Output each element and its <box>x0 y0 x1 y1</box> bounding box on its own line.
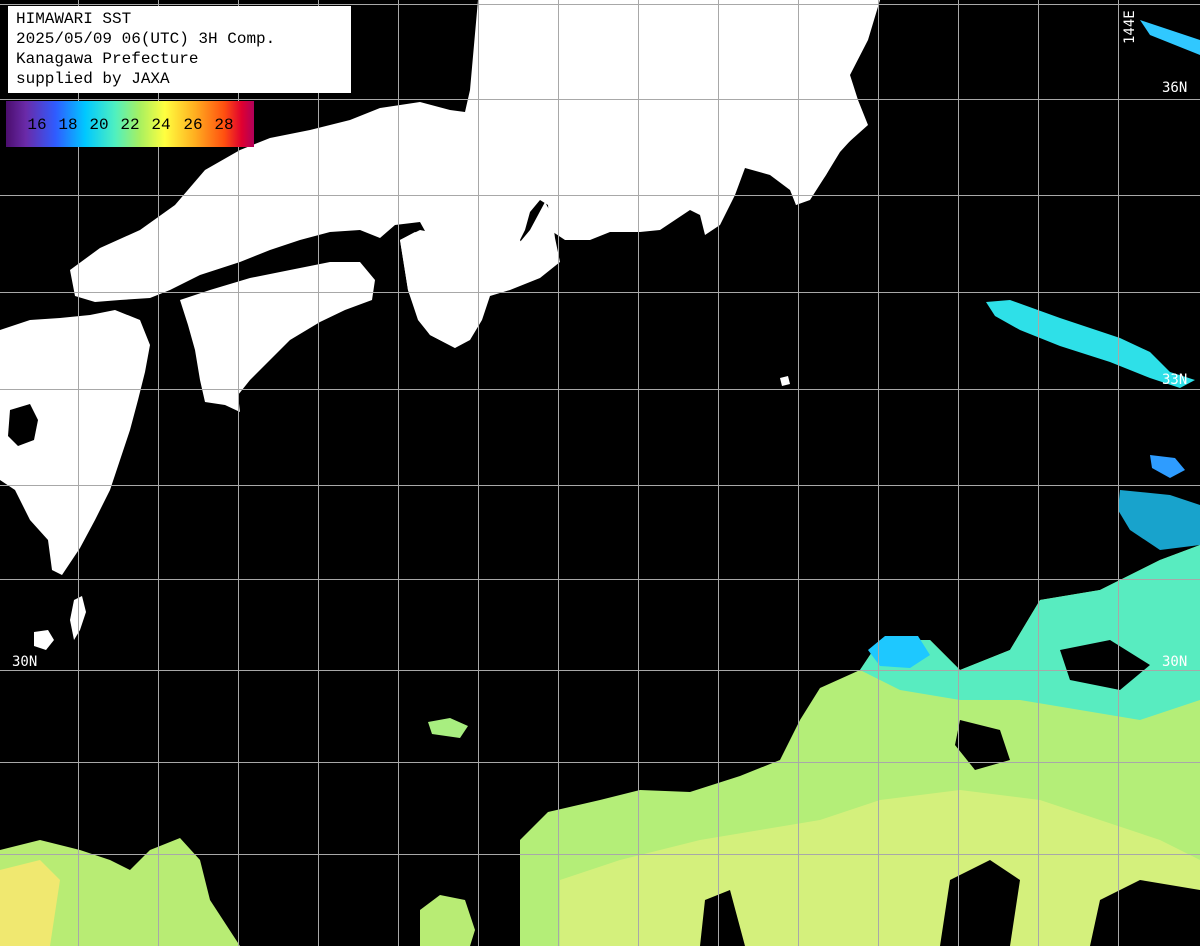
legend-label: 22 <box>120 116 140 134</box>
region-line: Kanagawa Prefecture <box>16 50 199 68</box>
title-line: HIMAWARI SST <box>16 10 132 28</box>
sst-sw-patch-warm <box>0 860 60 946</box>
lat-label-30n-left: 30N <box>12 654 38 670</box>
lon-label-136e: 136E <box>482 8 498 42</box>
legend-label: 16 <box>27 116 47 134</box>
legend-label: 20 <box>89 116 109 134</box>
credit-line: supplied by JAXA <box>16 70 170 88</box>
legend-label: 26 <box>183 116 203 134</box>
lat-label-30n-right: 30N <box>1162 654 1188 670</box>
sst-color-legend: 16 18 20 22 24 26 28 <box>6 101 254 147</box>
legend-label: 18 <box>58 116 78 134</box>
sst-map-view: HIMAWARI SST 2025/05/09 06(UTC) 3H Comp.… <box>0 0 1200 946</box>
datetime-line: 2025/05/09 06(UTC) 3H Comp. <box>16 30 276 48</box>
lon-label-144e: 144E <box>1122 10 1138 44</box>
title-box: HIMAWARI SST 2025/05/09 06(UTC) 3H Comp.… <box>8 6 351 93</box>
legend-label: 24 <box>151 116 171 134</box>
legend-label: 28 <box>214 116 234 134</box>
lat-label-36n: 36N <box>1162 80 1188 96</box>
lat-label-33-left: 33 <box>12 372 29 388</box>
lat-label-33n-right: 33N <box>1162 372 1188 388</box>
